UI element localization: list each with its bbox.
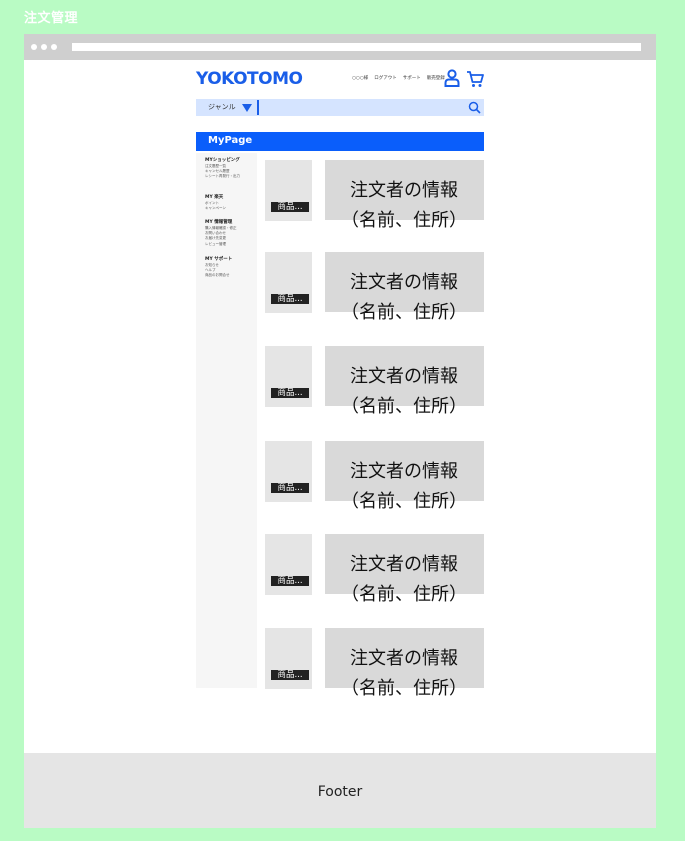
- order-card[interactable]: 商品... 注文者の情報（名前、住所）: [264, 346, 485, 417]
- sidebar-item-campaign[interactable]: キャンペーン: [205, 206, 226, 211]
- orderer-info-box: 注文者の情報（名前、住所）: [325, 252, 484, 323]
- header-links: ○○○様 ログアウト サポート 販売登録: [352, 75, 445, 83]
- window-controls: [31, 44, 57, 50]
- genre-select-label[interactable]: ジャンル: [208, 103, 236, 112]
- search-input[interactable]: [262, 101, 462, 114]
- sidebar-heading: MYショッピング: [205, 158, 240, 163]
- page-label: 注文管理: [24, 11, 79, 26]
- orderer-info-text: 注文者の情報（名前、住所）: [341, 648, 467, 699]
- orderer-info-box: 注文者の情報（名前、住所）: [325, 346, 484, 417]
- orderer-info-box: 注文者の情報（名前、住所）: [325, 628, 484, 699]
- product-thumbnail[interactable]: 商品...: [265, 160, 312, 221]
- sidebar-item-receipt[interactable]: レシート再発行・出力: [205, 174, 240, 179]
- orderer-info-text: 注文者の情報（名前、住所）: [341, 554, 467, 605]
- window-dot-icon[interactable]: [41, 44, 47, 50]
- orderer-info-box: 注文者の情報（名前、住所）: [325, 160, 484, 231]
- product-thumbnail[interactable]: 商品...: [265, 628, 312, 689]
- sidebar-heading: MY 楽天: [205, 195, 224, 200]
- product-label: 商品...: [271, 202, 309, 212]
- footer: Footer: [24, 753, 656, 828]
- orderer-info-text: 注文者の情報（名前、住所）: [341, 366, 467, 417]
- sidebar-section-support: MY サポート お知らせ ヘルプ 商品のお問合せ: [205, 256, 232, 279]
- address-bar[interactable]: [72, 43, 641, 51]
- order-card[interactable]: 商品... 注文者の情報（名前、住所）: [264, 252, 485, 323]
- sidebar-item-review[interactable]: レビュー管理: [205, 242, 237, 247]
- dropdown-arrow-icon[interactable]: [242, 104, 252, 112]
- header-link-logout[interactable]: ログアウト: [374, 75, 397, 83]
- orderer-info-text: 注文者の情報（名前、住所）: [341, 180, 467, 231]
- product-thumbnail[interactable]: 商品...: [265, 534, 312, 595]
- search-divider: [257, 100, 259, 115]
- site-logo[interactable]: YOKOTOMO: [196, 68, 303, 90]
- browser-window: YOKOTOMO ○○○様 ログアウト サポート 販売登録 ジャンル MyPag…: [24, 34, 656, 828]
- window-dot-icon[interactable]: [31, 44, 37, 50]
- header-link-username[interactable]: ○○○様: [352, 75, 368, 83]
- orderer-info-text: 注文者の情報（名前、住所）: [341, 461, 467, 512]
- site-header: YOKOTOMO ○○○様 ログアウト サポート 販売登録: [196, 68, 484, 90]
- orderer-info-text: 注文者の情報（名前、住所）: [341, 272, 467, 323]
- orderer-info-box: 注文者の情報（名前、住所）: [325, 441, 484, 512]
- order-card[interactable]: 商品... 注文者の情報（名前、住所）: [264, 628, 485, 699]
- sidebar-item-product-inquiry[interactable]: 商品のお問合せ: [205, 273, 232, 278]
- product-thumbnail[interactable]: 商品...: [265, 346, 312, 407]
- search-bar: ジャンル: [196, 99, 484, 116]
- sidebar-section-info: MY 情報管理 購入情報確認・修正 お問い合わせ お届け先変更 レビュー管理: [205, 219, 237, 247]
- footer-label: Footer: [317, 784, 363, 800]
- product-label: 商品...: [271, 388, 309, 398]
- product-label: 商品...: [271, 294, 309, 304]
- search-icon[interactable]: [468, 101, 481, 114]
- sidebar-section-shopping: MYショッピング 注文履歴一覧 キャンセル履歴 レシート再発行・出力: [205, 157, 240, 180]
- order-card[interactable]: 商品... 注文者の情報（名前、住所）: [264, 534, 485, 605]
- product-label: 商品...: [271, 483, 309, 493]
- header-link-support[interactable]: サポート: [403, 75, 421, 83]
- mypage-title: MyPage: [208, 135, 253, 146]
- sidebar-heading: MY 情報管理: [205, 220, 233, 225]
- orderer-info-box: 注文者の情報（名前、住所）: [325, 534, 484, 605]
- cart-icon[interactable]: [466, 70, 484, 88]
- window-dot-icon[interactable]: [51, 44, 57, 50]
- order-card[interactable]: 商品... 注文者の情報（名前、住所）: [264, 441, 485, 512]
- header-link-seller-register[interactable]: 販売登録: [427, 75, 445, 83]
- browser-chrome: [24, 34, 656, 60]
- sidebar-section-rakuten: MY 楽天 ポイント キャンペーン: [205, 194, 226, 211]
- product-label: 商品...: [271, 576, 309, 586]
- mypage-bar: MyPage: [196, 132, 484, 151]
- sidebar: MYショッピング 注文履歴一覧 キャンセル履歴 レシート再発行・出力 MY 楽天…: [196, 153, 257, 688]
- product-label: 商品...: [271, 670, 309, 680]
- product-thumbnail[interactable]: 商品...: [265, 252, 312, 313]
- sidebar-heading: MY サポート: [205, 257, 233, 262]
- order-card[interactable]: 商品... 注文者の情報（名前、住所）: [264, 160, 485, 231]
- user-icon[interactable]: [444, 69, 460, 87]
- product-thumbnail[interactable]: 商品...: [265, 441, 312, 502]
